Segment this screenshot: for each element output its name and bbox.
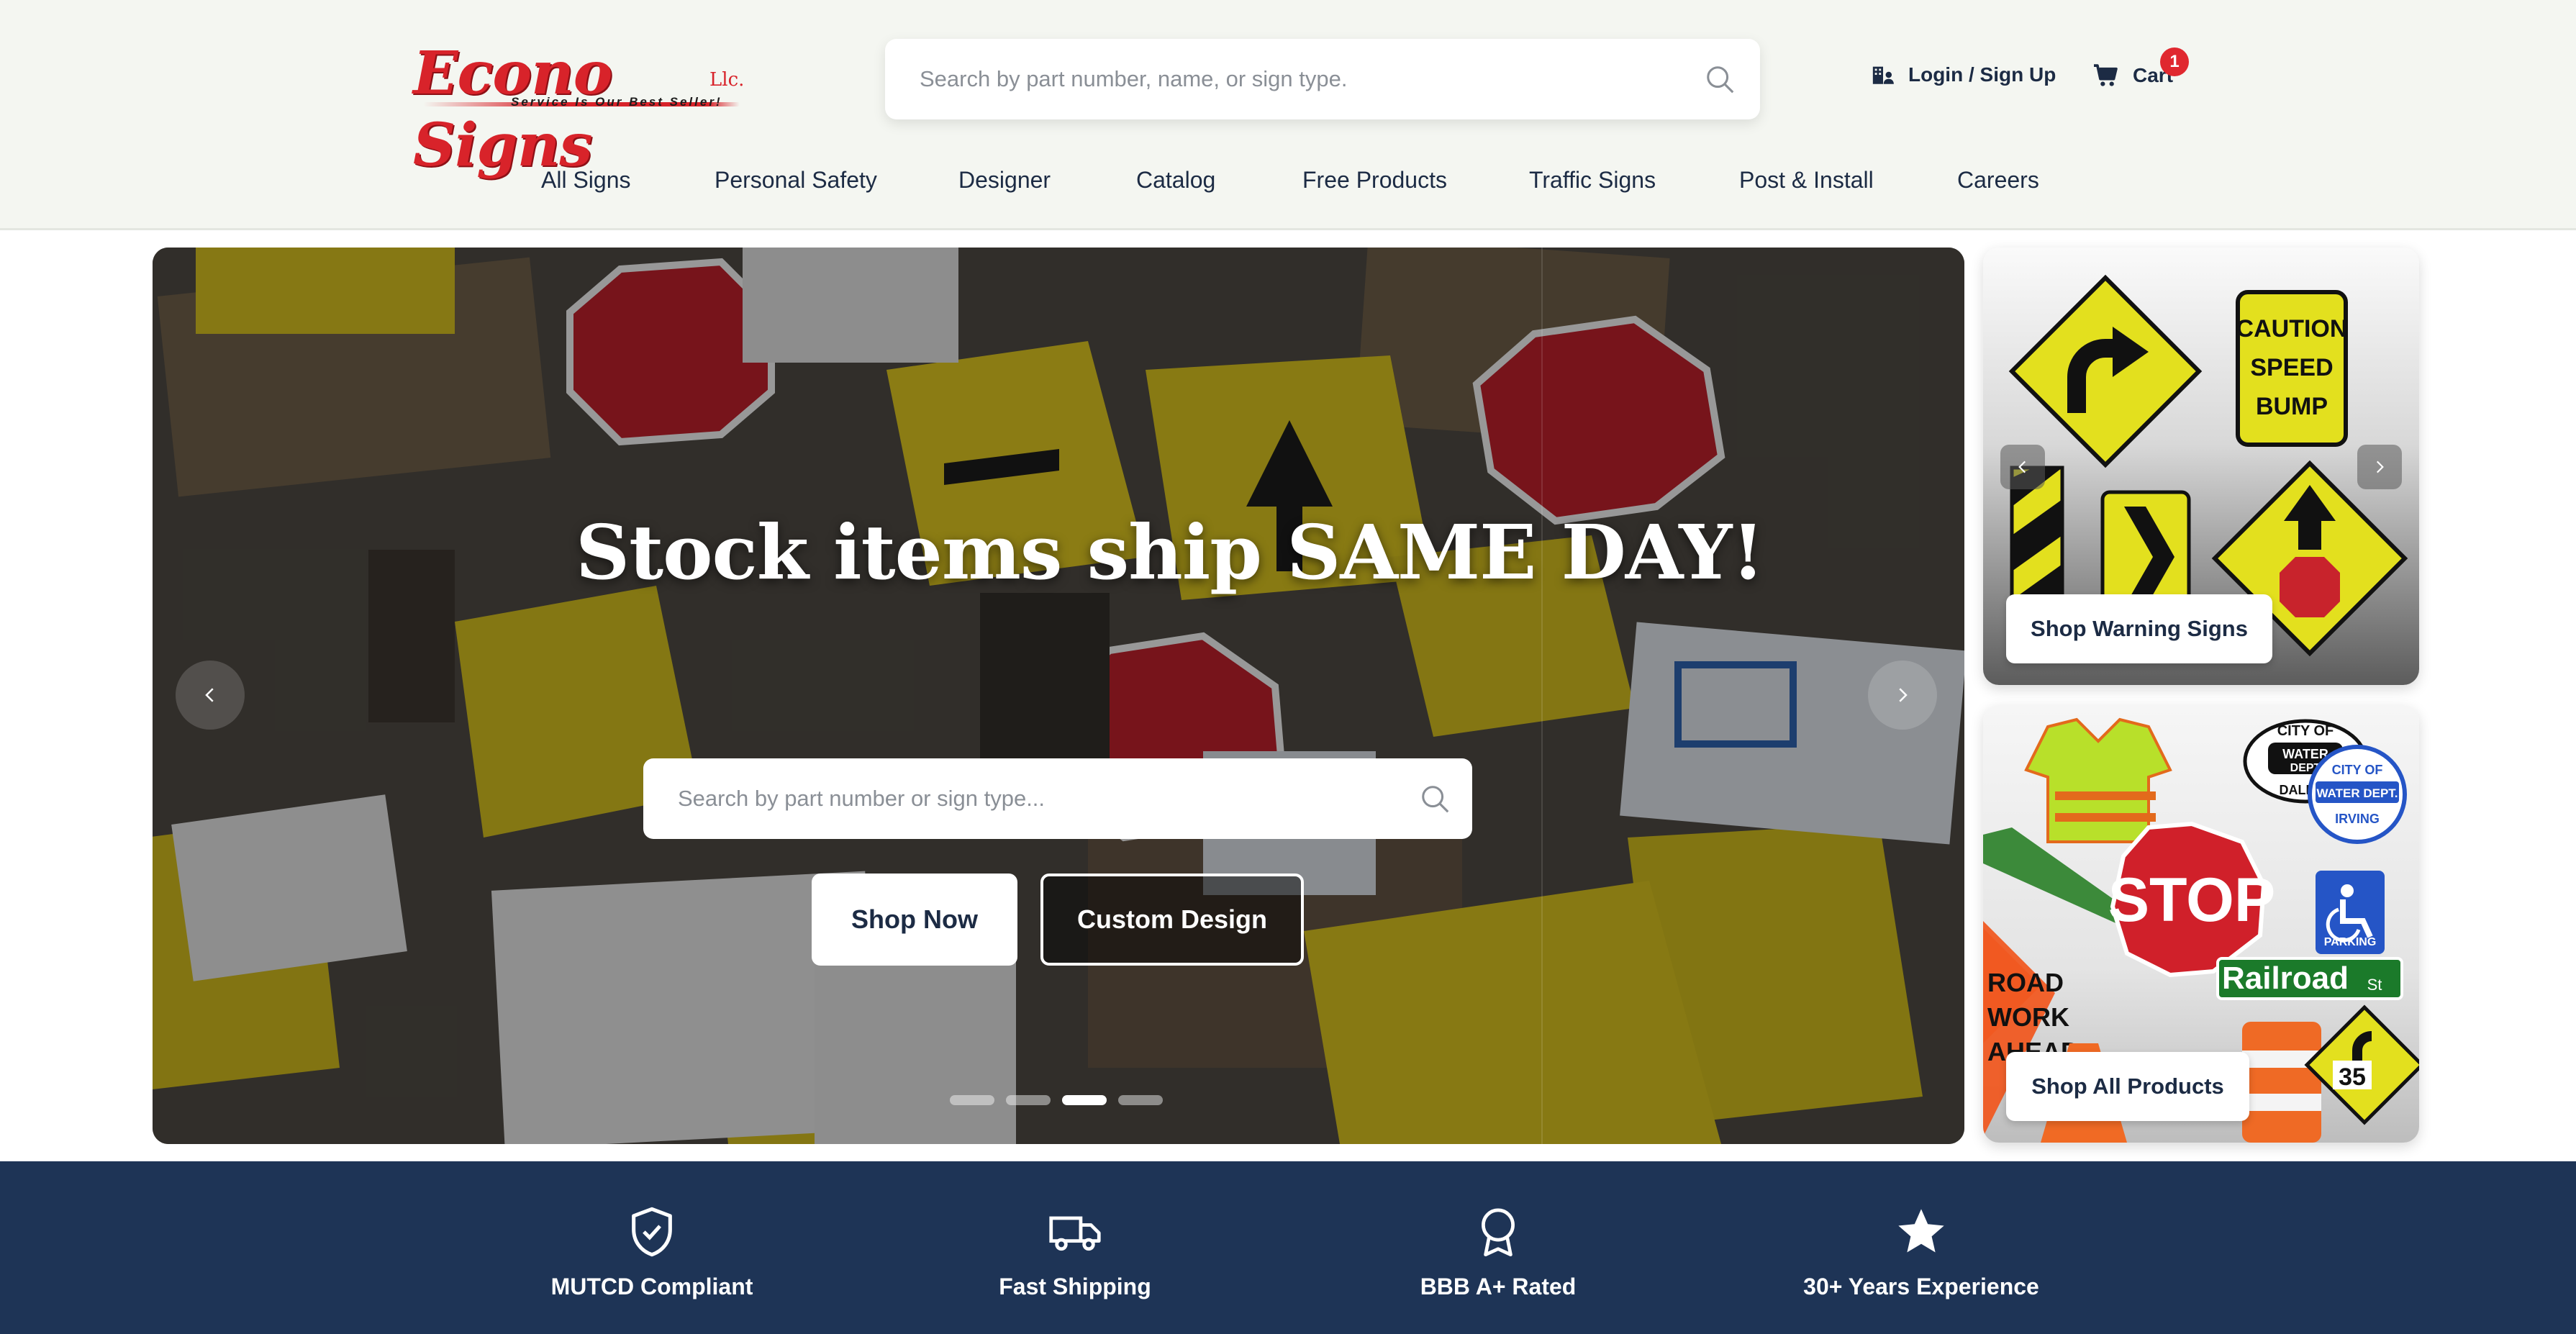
chevron-right-icon xyxy=(2376,460,2384,473)
shop-all-products-button[interactable]: Shop All Products xyxy=(2006,1052,2249,1121)
nav-item-all-signs[interactable]: All Signs xyxy=(541,167,631,194)
feature-label: BBB A+ Rated xyxy=(1420,1274,1577,1299)
carousel-dot-2[interactable] xyxy=(1006,1095,1051,1105)
carousel-dot-4[interactable] xyxy=(1118,1095,1163,1105)
nav-item-free-products[interactable]: Free Products xyxy=(1302,167,1447,194)
truck-icon xyxy=(1049,1216,1101,1251)
speed-advisory-text: 35 xyxy=(2339,1063,2366,1091)
nav-item-post-install[interactable]: Post & Install xyxy=(1739,167,1874,194)
carousel-prev-button[interactable] xyxy=(176,661,245,730)
carousel-dot-3[interactable] xyxy=(1062,1095,1107,1105)
feature-label: 30+ Years Experience xyxy=(1803,1274,2039,1299)
street-sign-suffix: St xyxy=(2367,976,2382,994)
main-nav: All Signs Personal Safety Designer Catal… xyxy=(0,160,2576,203)
feature-shipping: Fast Shipping xyxy=(924,1204,1226,1300)
custom-design-button[interactable]: Custom Design xyxy=(1040,874,1304,966)
user-building-icon xyxy=(1872,66,1894,84)
warning-card-next-button[interactable] xyxy=(2357,445,2402,489)
chevron-left-icon xyxy=(2018,460,2026,473)
carousel-next-button[interactable] xyxy=(1868,661,1937,730)
nav-item-designer[interactable]: Designer xyxy=(958,167,1051,194)
logo-suffix: Llc. xyxy=(709,69,745,91)
login-signup-link[interactable]: Login / Sign Up xyxy=(1871,63,2056,86)
all-products-card[interactable]: CITY OF WATER DEPT DALLAS CITY OF WATER … xyxy=(1983,705,2419,1143)
feature-experience: 30+ Years Experience xyxy=(1770,1204,2072,1300)
road-work-line-1: ROAD xyxy=(1987,968,2064,997)
carousel-dots xyxy=(950,1095,1163,1105)
warning-card-prev-button[interactable] xyxy=(2000,445,2045,489)
badge-line-2: WATER xyxy=(2282,747,2328,761)
header-search-input[interactable] xyxy=(920,39,1682,119)
feature-bbb: BBB A+ Rated xyxy=(1347,1204,1649,1300)
feature-label: Fast Shipping xyxy=(999,1274,1151,1299)
shield-check-icon xyxy=(632,1207,672,1257)
star-icon xyxy=(1898,1209,1944,1253)
hero-search-input[interactable] xyxy=(678,758,1383,839)
feature-mutcd: MUTCD Compliant xyxy=(501,1204,803,1300)
hero-divider xyxy=(1541,248,1543,1144)
badge2-line-1: CITY OF xyxy=(2332,763,2383,777)
shop-now-button[interactable]: Shop Now xyxy=(812,874,1017,966)
stop-sign-text: STOP xyxy=(2108,866,2276,935)
header-search xyxy=(885,39,1760,119)
caution-sign-line-3: BUMP xyxy=(2256,393,2328,420)
award-ribbon-icon xyxy=(1482,1208,1515,1257)
nav-item-careers[interactable]: Careers xyxy=(1957,167,2039,194)
street-sign-text: Railroad xyxy=(2222,961,2349,996)
brand-logo[interactable]: Econo Signs Llc. Service Is Our Best Sel… xyxy=(409,37,754,180)
logo-tagline: Service Is Our Best Seller! xyxy=(511,95,722,109)
warning-signs-card[interactable]: CAUTION SPEED BUMP Shop Warning Signs xyxy=(1983,248,2419,685)
badge2-line-3: IRVING xyxy=(2335,812,2380,826)
search-icon[interactable] xyxy=(1419,783,1452,816)
hero-overlay xyxy=(153,248,1964,1144)
shop-warning-signs-button[interactable]: Shop Warning Signs xyxy=(2006,594,2272,663)
hero-carousel: Stock items ship SAME DAY! Shop Now Cust… xyxy=(153,248,1964,1144)
caution-sign-line-2: SPEED xyxy=(2250,354,2333,381)
road-work-line-2: WORK xyxy=(1987,1002,2069,1032)
hero-search xyxy=(643,758,1472,839)
badge-line-1: CITY OF xyxy=(2277,723,2334,739)
feature-label: MUTCD Compliant xyxy=(550,1274,753,1299)
carousel-dot-1[interactable] xyxy=(950,1095,994,1105)
cart-count-badge: 1 xyxy=(2160,47,2189,76)
cart-icon xyxy=(2094,64,2118,86)
parking-sign-text: PARKING xyxy=(2324,936,2377,948)
chevron-left-icon xyxy=(205,688,214,702)
features-bar: MUTCD Compliant Fast Shipping BBB A+ Rat… xyxy=(0,1161,2576,1334)
site-header: Econo Signs Llc. Service Is Our Best Sel… xyxy=(0,0,2576,230)
nav-item-personal-safety[interactable]: Personal Safety xyxy=(715,167,877,194)
nav-item-traffic-signs[interactable]: Traffic Signs xyxy=(1529,167,1656,194)
nav-item-catalog[interactable]: Catalog xyxy=(1136,167,1215,194)
login-label: Login / Sign Up xyxy=(1908,63,2056,86)
search-icon[interactable] xyxy=(1704,63,1737,96)
hero-title: Stock items ship SAME DAY! xyxy=(576,508,1764,596)
caution-sign-line-1: CAUTION xyxy=(2236,315,2348,342)
chevron-right-icon xyxy=(1899,688,1908,702)
badge2-line-2: WATER DEPT. xyxy=(2316,786,2398,800)
